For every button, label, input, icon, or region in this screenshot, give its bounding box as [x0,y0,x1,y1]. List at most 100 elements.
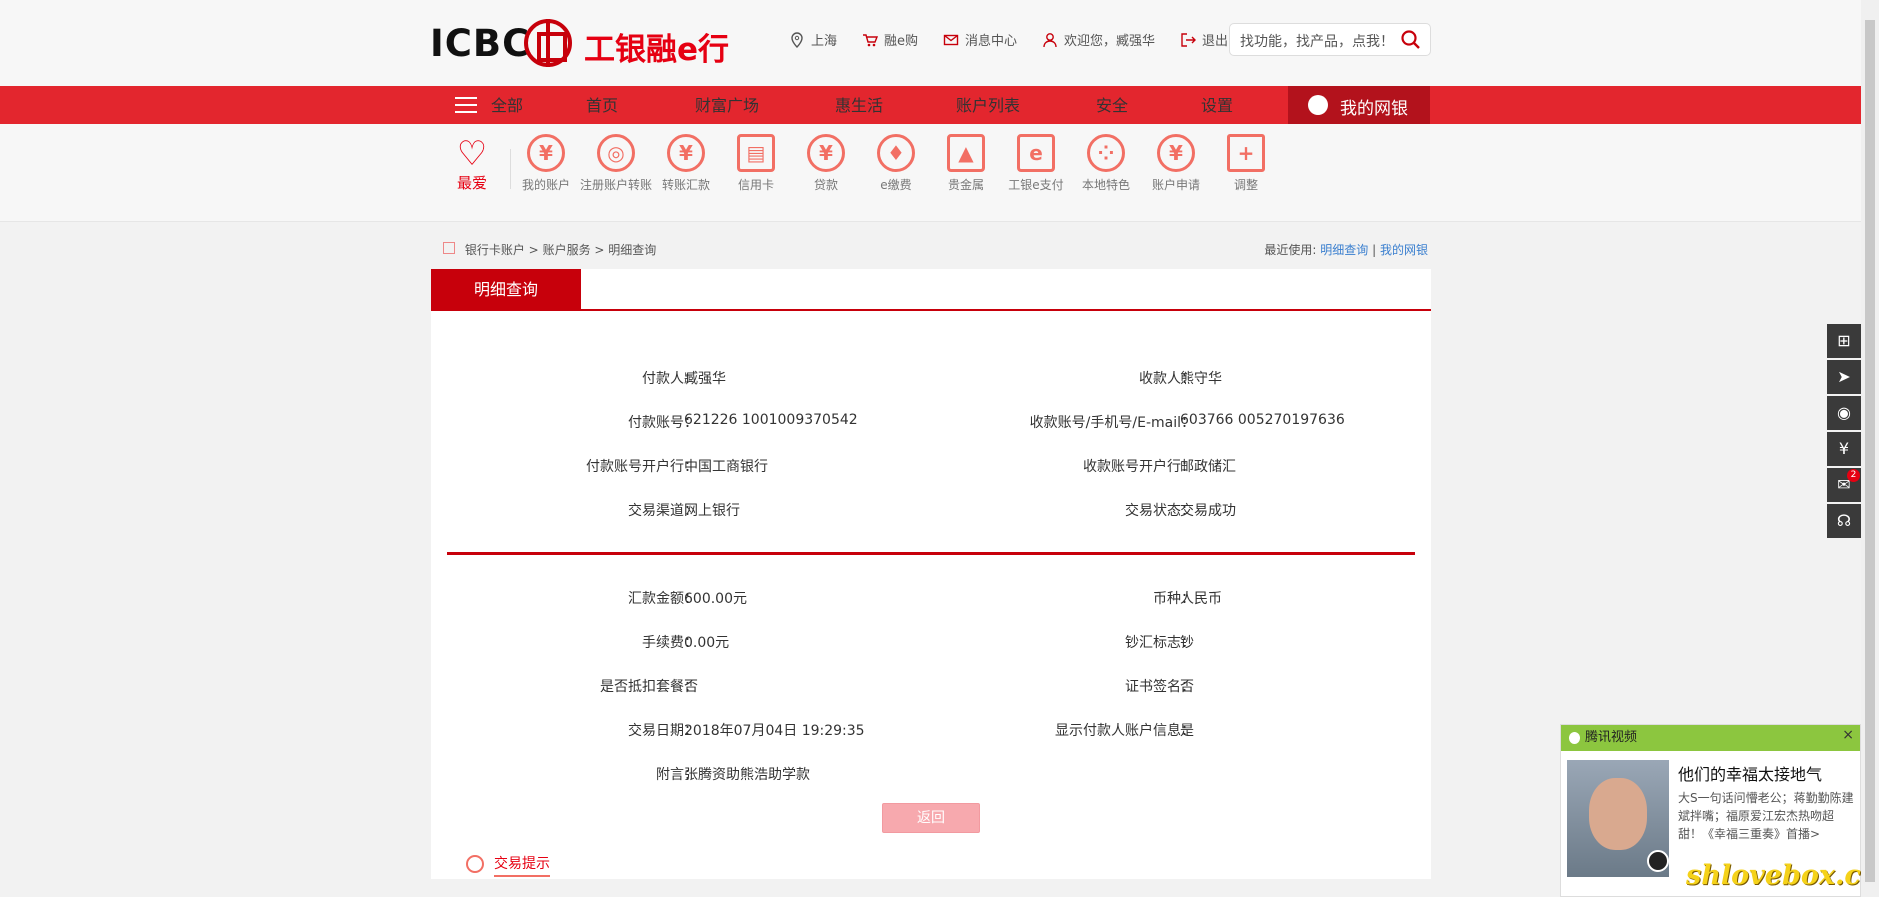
menu-icon[interactable] [455,97,477,115]
video-thumbnail[interactable] [1567,760,1669,877]
fav-account-apply[interactable]: ¥ 账户申请 [1139,134,1213,193]
field-value: 网上银行 [684,503,740,519]
side-toolbar: ⊞ ➤ ◉ ¥ ✉ 2 ☊ [1827,324,1861,540]
calendar-yen-icon[interactable]: ¥ [1827,432,1861,466]
section-divider [447,552,1415,555]
fav-credit-card[interactable]: ▤ 信用卡 [719,134,793,193]
recent-sep: | [1372,243,1377,257]
logout-link[interactable]: 退出 [1179,30,1228,49]
money-bag-yen-icon: ¥ [807,134,845,172]
favorites-title: 最爱 [456,174,487,192]
nav-accounts[interactable]: 账户列表 [956,92,1020,116]
fav-loan[interactable]: ¥ 贷款 [789,134,863,193]
field-label: 币种： [1153,591,1195,607]
crumb-1[interactable]: 银行卡账户 [465,243,525,257]
detail-panel: 明细查询 付款人： 臧强华 收款人： 熊守华 付款账号： 621226 1001… [431,269,1431,879]
city-link[interactable]: 上海 [788,30,837,49]
field-label: 钞汇标志： [1125,635,1195,651]
transaction-tips[interactable]: 交易提示 [466,853,550,877]
video-header: 腾讯视频 [1561,725,1860,751]
field-value: 钞 [1180,635,1194,651]
home-icon[interactable] [443,242,455,254]
field-value: 是 [1180,723,1194,739]
my-bank-button[interactable]: 我的网银 [1288,86,1430,124]
fav-epay-bills[interactable]: ♦ e缴费 [859,134,933,193]
gold-bars-icon: ▲ [947,134,985,172]
flame-icon: ♦ [877,134,915,172]
tips-label: 交易提示 [494,856,550,877]
heart-icon: ♡ [456,134,488,174]
favorites-button[interactable]: ♡ 最爱 [452,136,492,196]
main-nav: 全部 首页 财富广场 惠生活 账户列表 安全 设置 我的网银 [0,86,1861,124]
fav-transfer[interactable]: ¥ 转账汇款 [649,134,723,193]
money-bag-icon [1308,95,1328,115]
fav-local[interactable]: ⁘ 本地特色 [1069,134,1143,193]
location-pin-icon [791,31,803,48]
shop-label: 融e购 [884,34,919,49]
video-title[interactable]: 他们的幸福太接地气 [1678,761,1822,785]
recent-link-detail[interactable]: 明细查询 [1320,243,1368,257]
scrollbar-thumb[interactable] [1865,20,1875,882]
messages-link[interactable]: 消息中心 [942,30,1017,49]
headset-icon[interactable]: ☊ [1827,504,1861,538]
welcome-label: 欢迎您，臧强华 [1064,34,1156,49]
nav-home[interactable]: 首页 [586,92,618,116]
mail-icon[interactable]: ✉ 2 [1827,468,1861,502]
crumb-2[interactable]: 账户服务 [543,243,591,257]
field-label: 收款人： [1139,371,1195,387]
field-label: 汇款金额： [628,591,698,607]
search-input[interactable]: 找功能，找产品，点我！ [1229,23,1431,56]
card-e-icon: e [1017,134,1055,172]
messages-label: 消息中心 [965,34,1018,49]
field-label: 是否抵扣套餐： [600,679,698,695]
logo-cn: 工银融e行 [584,32,730,68]
crumb-sep: > [594,243,605,257]
fav-my-account[interactable]: ¥ 我的账户 [509,134,583,193]
nav-life[interactable]: 惠生活 [835,92,883,116]
search-placeholder: 找功能，找产品，点我！ [1240,34,1394,50]
field-label: 付款人： [642,371,698,387]
fav-epay[interactable]: e 工银e支付 [999,134,1073,193]
nav-wealth[interactable]: 财富广场 [695,92,759,116]
close-icon[interactable]: × [1842,727,1854,743]
icbc-logo[interactable]: ICBC 工银融e行 [430,18,740,68]
fav-adjust[interactable]: + 调整 [1209,134,1283,193]
search-icon[interactable] [1400,29,1422,51]
camera-icon[interactable]: ◉ [1827,396,1861,430]
page-scrollbar[interactable] [1861,0,1879,897]
mail-icon [943,34,959,45]
fav-precious-metal[interactable]: ▲ 贵金属 [929,134,1003,193]
field-label: 交易渠道： [628,503,698,519]
back-button[interactable]: 返回 [882,803,980,833]
nav-all[interactable]: 全部 [491,92,523,116]
play-icon[interactable] [1647,850,1669,872]
tab-detail-query[interactable]: 明细查询 [431,269,581,310]
tencent-video-icon [1569,732,1580,744]
recent-link-mybank[interactable]: 我的网银 [1380,243,1428,257]
field-value: 否 [684,679,698,695]
user-icon [1043,32,1057,47]
credit-card-icon: ▤ [737,134,775,172]
field-label: 手续费： [642,635,698,651]
shop-link[interactable]: 融e购 [861,30,918,49]
crumb-3: 明细查询 [608,243,657,257]
top-header: ICBC 工银融e行 上海 融e购 消息中心 欢迎您，臧强华 退出 找功能，找产… [0,0,1861,86]
icbc-seal-icon [524,19,572,67]
paper-plane-icon[interactable]: ➤ [1827,360,1861,394]
video-description[interactable]: 大S一句话问懵老公；蒋勤勤陈建斌拌嘴；福原爱江宏杰热吻超甜！《幸福三重奏》首播> [1678,789,1856,843]
field-value: 交易成功 [1180,503,1236,519]
gift-icon[interactable]: ⊞ [1827,324,1861,358]
field-label: 显示付款人账户信息： [1055,723,1195,739]
logout-icon [1181,32,1197,47]
favorites-bar: ♡ 最爱 ¥ 我的账户 ◎ 注册账户转账 ¥ 转账汇款 ▤ 信用卡 ¥ 贷款 ♦ e缴费 ▲… [0,124,1861,222]
nav-security[interactable]: 安全 [1096,92,1128,116]
breadcrumb: 银行卡账户 > 账户服务 > 明细查询 [443,241,656,258]
user-link[interactable]: 欢迎您，臧强华 [1041,30,1155,49]
fav-registered-transfer[interactable]: ◎ 注册账户转账 [579,134,653,193]
my-bank-label: 我的网银 [1340,99,1408,119]
field-label: 交易状态： [1125,503,1195,519]
nav-settings[interactable]: 设置 [1201,92,1233,116]
local-dots-icon: ⁘ [1087,134,1125,172]
field-label: 付款账号： [628,415,698,431]
video-brand: 腾讯视频 [1585,730,1638,745]
